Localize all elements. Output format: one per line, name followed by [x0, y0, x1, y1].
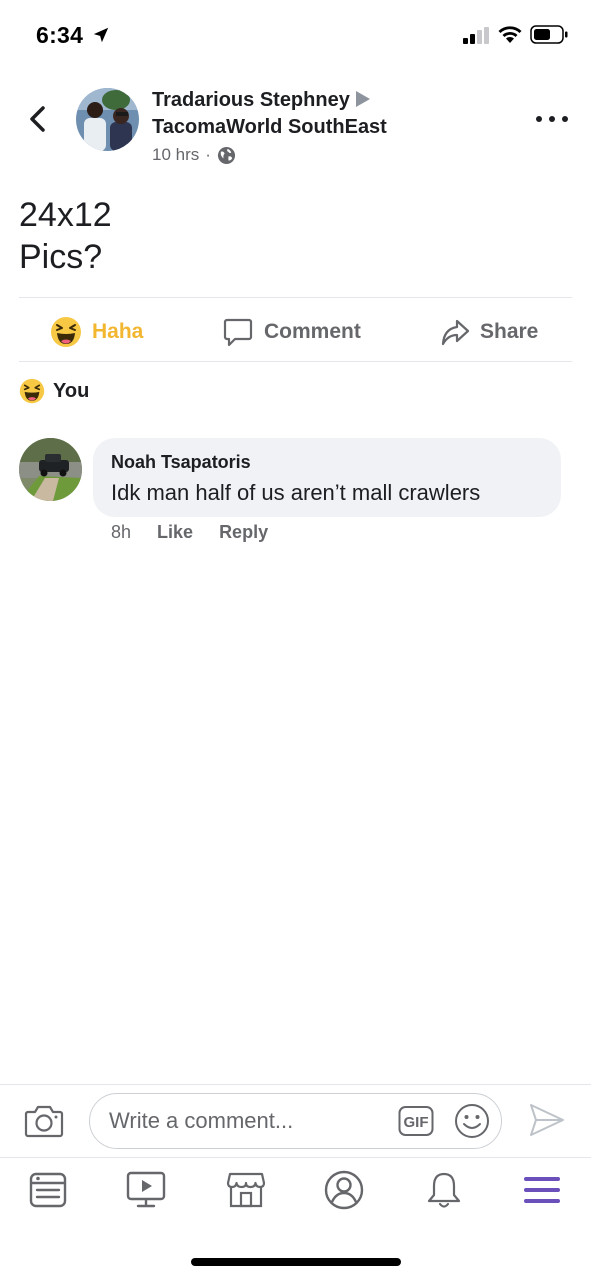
- post-time: 10 hrs: [152, 145, 200, 164]
- author-avatar[interactable]: [76, 88, 139, 151]
- notifications-bell-icon: [427, 1172, 461, 1208]
- globe-icon: [217, 146, 235, 164]
- comment-input-placeholder: Write a comment...: [109, 1108, 294, 1133]
- comment-button[interactable]: Comment: [222, 312, 361, 352]
- wifi-icon: [498, 26, 522, 43]
- divider: [19, 361, 572, 362]
- location-arrow-icon: [93, 27, 109, 43]
- share-arrow-icon: [441, 319, 470, 346]
- battery-icon: [530, 25, 568, 44]
- status-time: 6:34: [36, 22, 84, 48]
- comment-bubble[interactable]: Noah Tsapatoris Idk man half of us aren’…: [93, 438, 561, 517]
- meta-separator: ·: [205, 145, 211, 164]
- comment-text: Idk man half of us aren’t mall crawlers: [111, 480, 481, 505]
- comment-input[interactable]: Write a comment... GIF: [89, 1093, 502, 1149]
- post-text-line: Pics?: [19, 238, 103, 276]
- haha-emoji-icon: [51, 317, 81, 347]
- more-dot-icon: [536, 116, 542, 122]
- comment-author[interactable]: Noah Tsapatoris: [111, 452, 251, 473]
- share-label: Share: [480, 320, 539, 343]
- comment-label: Comment: [264, 320, 361, 343]
- share-button[interactable]: Share: [440, 312, 538, 352]
- post-meta: 10 hrs ·: [152, 145, 236, 165]
- tab-menu[interactable]: [522, 1170, 562, 1210]
- menu-hamburger-icon: [524, 1177, 560, 1203]
- posted-in-arrow-icon: [355, 90, 370, 107]
- avatar-photo: [76, 88, 139, 151]
- gif-icon[interactable]: GIF: [398, 1105, 434, 1137]
- tab-profile[interactable]: [324, 1170, 364, 1210]
- haha-reaction-button[interactable]: Haha: [50, 312, 143, 352]
- chevron-left-icon: [30, 106, 45, 132]
- commenter-avatar[interactable]: [19, 438, 82, 501]
- gif-label: GIF: [404, 1114, 429, 1131]
- haha-label: Haha: [92, 320, 144, 343]
- reactions-summary-text: You: [53, 379, 90, 402]
- comment-time: 8h: [111, 522, 132, 542]
- watch-video-icon: [126, 1171, 166, 1208]
- comment-bubble-icon: [223, 318, 253, 347]
- camera-icon[interactable]: [24, 1104, 64, 1138]
- back-button[interactable]: [22, 102, 52, 136]
- marketplace-store-icon: [226, 1172, 266, 1208]
- tab-notifications[interactable]: [424, 1170, 464, 1210]
- reactions-summary[interactable]: You: [19, 378, 89, 404]
- more-options-button[interactable]: [536, 116, 568, 126]
- more-dot-icon: [562, 116, 568, 122]
- comment-reply-button[interactable]: Reply: [219, 522, 268, 543]
- post-group-name[interactable]: TacomaWorld SouthEast: [152, 116, 387, 139]
- news-feed-icon: [29, 1172, 67, 1208]
- divider: [19, 297, 572, 298]
- tab-watch[interactable]: [126, 1170, 166, 1210]
- profile-icon: [324, 1170, 364, 1210]
- more-dot-icon: [549, 116, 555, 122]
- home-indicator: [191, 1258, 401, 1266]
- avatar-photo: [19, 438, 82, 501]
- comment-like-button[interactable]: Like: [157, 522, 193, 543]
- send-icon[interactable]: [528, 1102, 566, 1138]
- haha-emoji-icon: [19, 378, 45, 404]
- tab-news-feed[interactable]: [28, 1170, 68, 1210]
- author-name-text: Tradarious Stephney: [152, 89, 350, 111]
- cellular-signal-icon: [463, 27, 489, 44]
- post-text-line: 24x12: [19, 196, 112, 234]
- emoji-icon[interactable]: [454, 1103, 490, 1139]
- status-bar: 6:34: [0, 0, 591, 70]
- tab-marketplace[interactable]: [226, 1170, 266, 1210]
- post-author-name[interactable]: Tradarious Stephney: [152, 89, 370, 112]
- comment-meta: 8h Like Reply: [111, 522, 268, 543]
- post-body: 24x12 Pics?: [19, 194, 112, 278]
